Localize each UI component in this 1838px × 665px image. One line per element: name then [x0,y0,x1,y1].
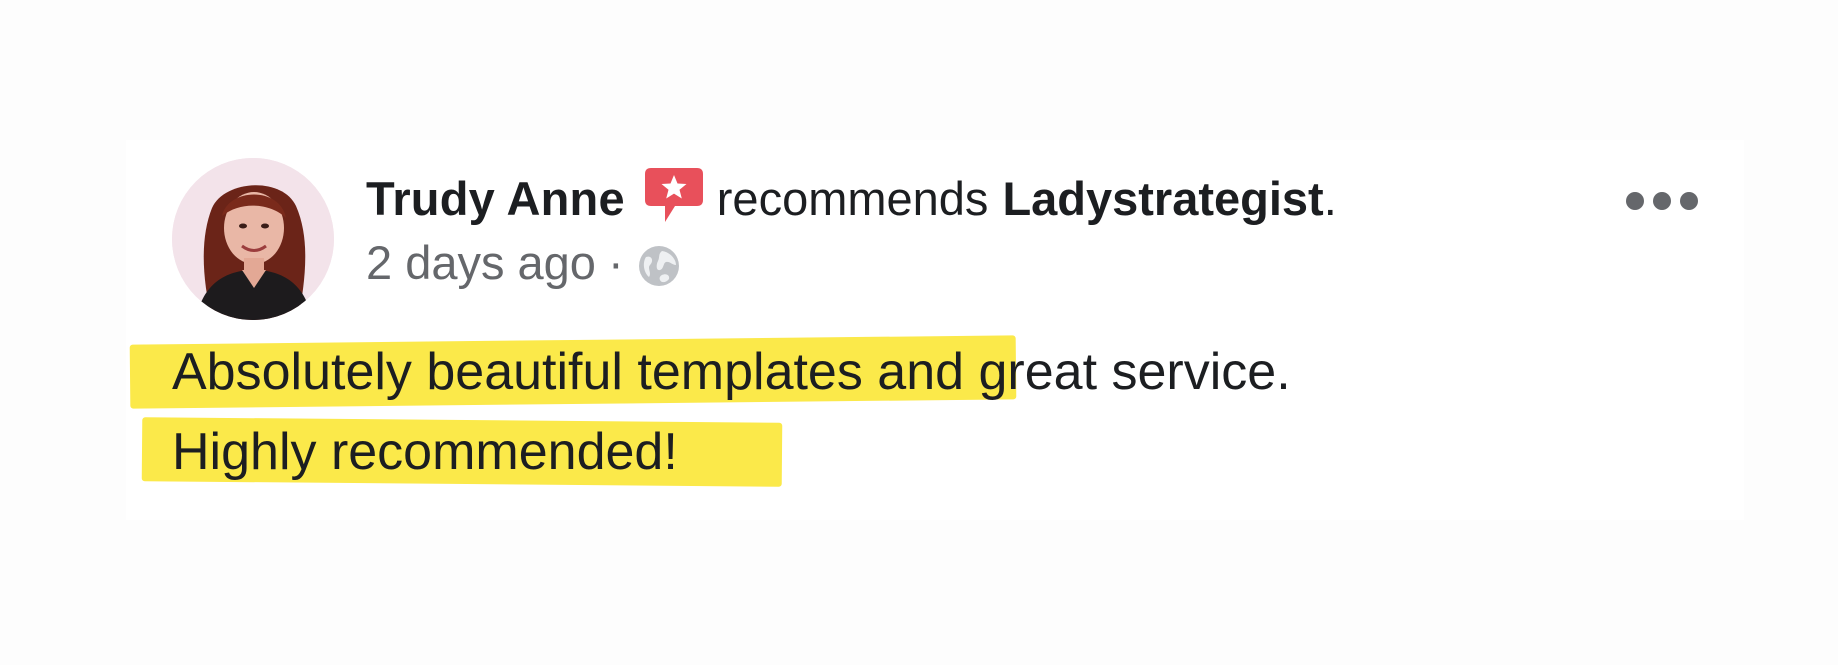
review-line-2: Highly recommended! [141,412,1291,492]
globe-icon[interactable] [636,243,682,289]
page-name-link[interactable]: Ladystrategist [1002,169,1323,229]
highlighted-text: Absolutely beautiful templates [172,343,863,401]
avatar[interactable] [172,158,334,320]
author-name[interactable]: Trudy Anne [366,169,625,229]
review-line-1: Absolutely beautiful templates and great… [129,332,1291,412]
post-header: Trudy Anne recommends Ladystrategist. [366,168,1337,230]
highlighted-text: Highly recommended! [172,423,678,481]
period: . [1323,172,1337,225]
separator: · [607,236,624,289]
more-options-icon [1626,192,1644,210]
recommendation-star-icon [643,164,705,226]
post-meta: 2 days ago · [366,234,682,292]
more-options-button[interactable] [1626,183,1698,219]
timestamp[interactable]: 2 days ago [366,234,596,292]
review-text-rest: and great service. [862,343,1291,401]
action-text: recommends [716,172,989,225]
review-text: Absolutely beautiful templates and great… [129,332,1291,492]
avatar-image [172,158,334,320]
